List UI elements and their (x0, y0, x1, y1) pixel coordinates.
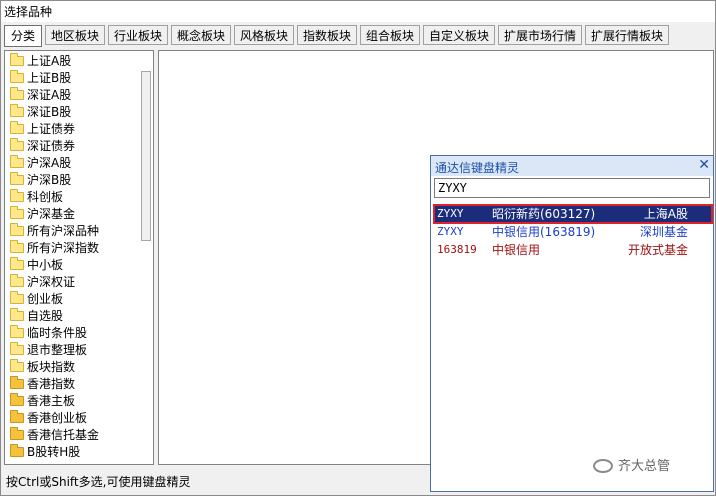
folder-icon (10, 410, 24, 423)
keyboard-wizard-popup: 通达信键盘精灵 ✕ ZYXY ZYXY 昭衍新药(603127) 上海A股 ZY… (430, 155, 714, 492)
tree-item[interactable]: 香港主板 (10, 393, 75, 410)
status-text: 按Ctrl或Shift多选,可使用键盘精灵 (6, 475, 191, 489)
folder-icon (10, 274, 24, 287)
folder-icon (10, 189, 24, 202)
close-icon[interactable]: ✕ (698, 157, 710, 173)
tree-item[interactable]: 香港创业板 (10, 410, 87, 427)
tree-item[interactable]: 深证A股 (10, 87, 71, 104)
tree-item[interactable]: 沪深权证 (10, 274, 75, 291)
watermark: 齐大总管 (593, 455, 670, 474)
folder-icon (10, 240, 24, 253)
popup-header: 通达信键盘精灵 ✕ (431, 156, 713, 176)
tree-item[interactable]: 沪深B股 (10, 172, 71, 189)
folder-icon (10, 87, 24, 100)
tree-item[interactable]: 所有沪深指数 (10, 240, 99, 257)
folder-icon (10, 206, 24, 219)
folder-icon (10, 308, 24, 321)
category-tree[interactable]: 上证A股 上证B股 深证A股 深证B股 上证债券 深证债券 沪深A股 沪深B股 … (4, 50, 154, 465)
tree-item[interactable]: 深证债券 (10, 138, 75, 155)
folder-icon (10, 53, 24, 66)
wizard-search-input[interactable]: ZYXY (434, 178, 710, 198)
tree-item[interactable]: 沪深A股 (10, 155, 71, 172)
folder-icon (10, 121, 24, 134)
folder-icon (10, 257, 24, 270)
tree-item[interactable]: 所有沪深品种 (10, 223, 99, 240)
tree-item[interactable]: B股转H股 (10, 444, 80, 461)
folder-icon (10, 359, 24, 372)
tab-index-sector[interactable]: 指数板块 (297, 25, 357, 45)
wizard-result-item[interactable]: ZYXY 中银信用(163819) 深圳基金 (434, 223, 712, 241)
popup-title: 通达信键盘精灵 (435, 161, 520, 175)
tree-item[interactable]: 上证债券 (10, 121, 75, 138)
folder-icon (10, 342, 24, 355)
folder-icon (10, 444, 24, 457)
tab-combo-sector[interactable]: 组合板块 (360, 25, 420, 45)
tree-item[interactable]: 创业板 (10, 291, 63, 308)
tree-item[interactable]: 中小板 (10, 257, 63, 274)
tree-item[interactable]: 香港信托基金 (10, 427, 99, 444)
tree-item[interactable]: 上证A股 (10, 53, 71, 70)
folder-icon (10, 325, 24, 338)
wizard-result-item[interactable]: 163819 中银信用 开放式基金 (434, 241, 712, 259)
folder-icon (10, 138, 24, 151)
tree-item[interactable]: 上证B股 (10, 70, 71, 87)
folder-icon (10, 427, 24, 440)
tree-item[interactable]: 沪深基金 (10, 206, 75, 223)
tab-industry-sector[interactable]: 行业板块 (108, 25, 168, 45)
tab-custom-sector[interactable]: 自定义板块 (423, 25, 495, 45)
tab-extended-quote-sector[interactable]: 扩展行情板块 (585, 25, 669, 45)
tree-item[interactable]: 临时条件股 (10, 325, 87, 342)
folder-icon (10, 104, 24, 117)
folder-icon (10, 393, 24, 406)
folder-icon (10, 376, 24, 389)
folder-icon (10, 291, 24, 304)
folder-icon (10, 172, 24, 185)
tab-concept-sector[interactable]: 概念板块 (171, 25, 231, 45)
tree-item[interactable]: 深证B股 (10, 104, 71, 121)
tree-item[interactable]: 板块指数 (10, 359, 75, 376)
tree-item[interactable]: 香港指数 (10, 376, 75, 393)
folder-icon (10, 155, 24, 168)
window-titlebar: 选择品种 (0, 0, 716, 22)
folder-icon (10, 223, 24, 236)
tab-style-sector[interactable]: 风格板块 (234, 25, 294, 45)
tree-item[interactable]: 自选股 (10, 308, 63, 325)
folder-icon (10, 70, 24, 83)
tab-extended-market-quotes[interactable]: 扩展市场行情 (498, 25, 582, 45)
tab-classification[interactable]: 分类 (4, 25, 42, 47)
tree-scrollbar[interactable] (141, 71, 151, 241)
tab-region-sector[interactable]: 地区板块 (45, 25, 105, 45)
tree-item[interactable]: 退市整理板 (10, 342, 87, 359)
tree-item[interactable]: 科创板 (10, 189, 63, 206)
window-title: 选择品种 (4, 5, 53, 19)
wechat-icon (593, 459, 613, 473)
wizard-result-item[interactable]: ZYXY 昭衍新药(603127) 上海A股 (433, 204, 713, 224)
